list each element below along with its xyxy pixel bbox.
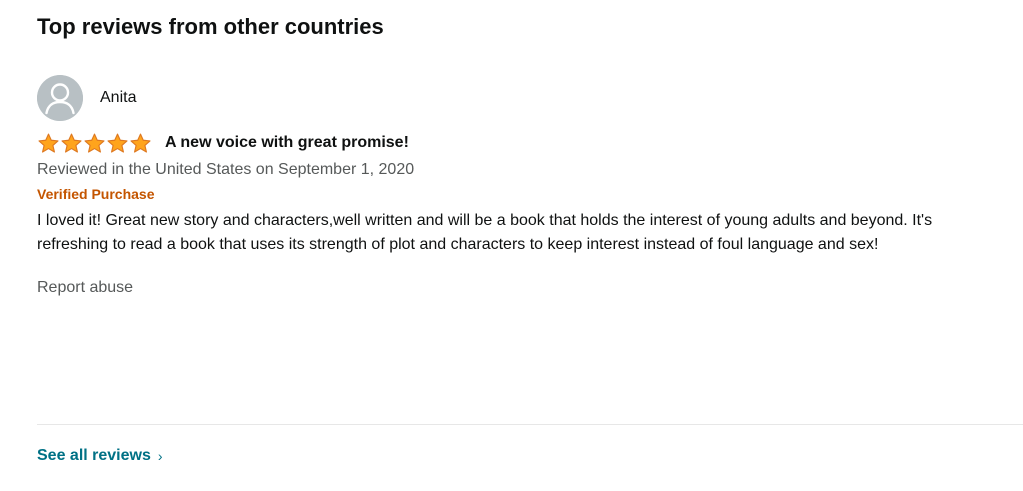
star-rating[interactable] <box>37 133 152 154</box>
chevron-right-icon: › <box>157 448 163 464</box>
reviewer-profile[interactable]: Anita <box>37 74 1012 122</box>
review-card: Anita A new voice with great promise! Re… <box>37 74 1012 299</box>
reviewer-name[interactable]: Anita <box>100 88 136 108</box>
see-all-reviews-label: See all reviews <box>37 447 151 464</box>
verified-purchase-badge: Verified Purchase <box>37 186 155 202</box>
review-body: I loved it! Great new story and characte… <box>37 212 933 253</box>
review-title[interactable]: A new voice with great promise! <box>165 132 409 154</box>
star-icon <box>83 133 106 154</box>
report-abuse-link[interactable]: Report abuse <box>37 277 133 299</box>
avatar-icon <box>37 75 83 121</box>
section-divider <box>37 424 1023 425</box>
star-icon <box>60 133 83 154</box>
star-icon <box>37 133 60 154</box>
section-title: Top reviews from other countries <box>37 14 384 39</box>
star-icon <box>129 133 152 154</box>
review-title-row: A new voice with great promise! <box>37 132 1012 154</box>
review-date: Reviewed in the United States on Septemb… <box>37 161 415 178</box>
see-all-reviews-link[interactable]: See all reviews › <box>37 445 163 467</box>
star-icon <box>106 133 129 154</box>
default-user-icon[interactable] <box>37 75 83 121</box>
